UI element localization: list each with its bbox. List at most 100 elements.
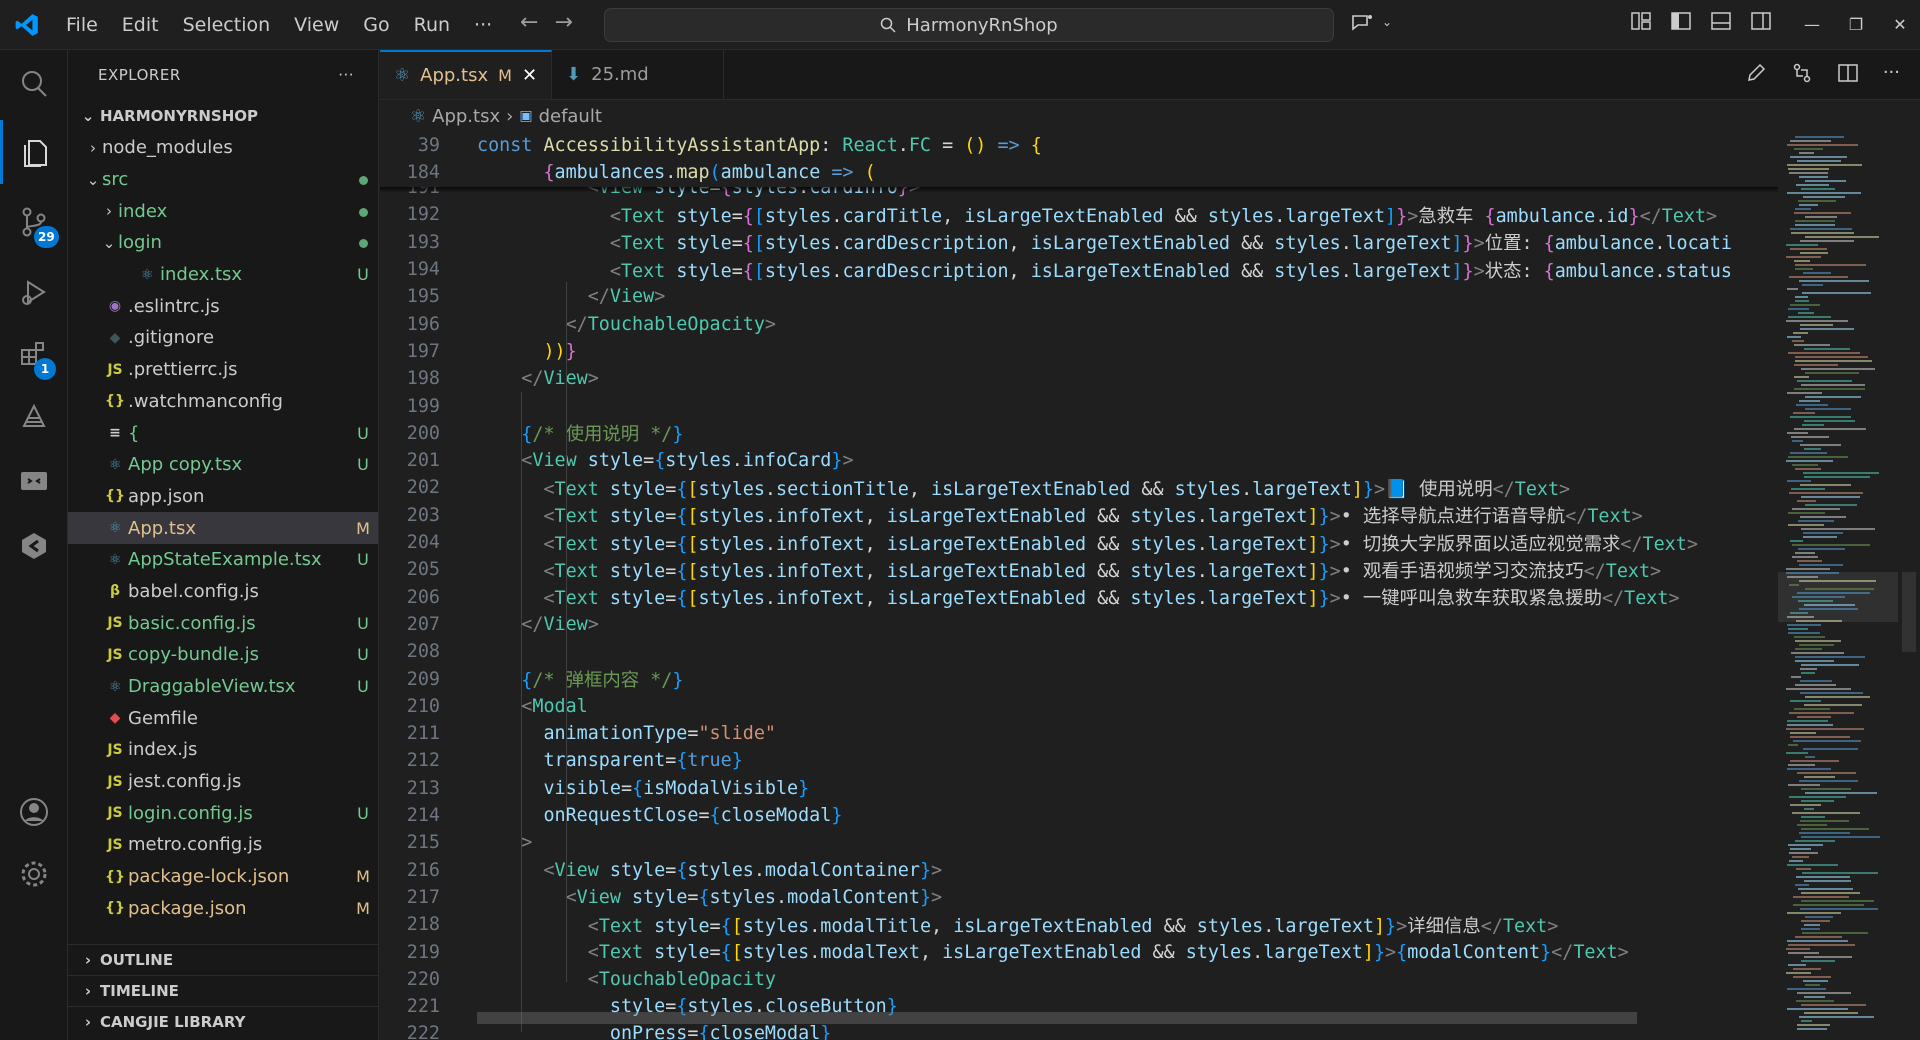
minimize-icon[interactable]: — [1790, 0, 1834, 50]
code-line[interactable]: 215 > [380, 829, 1778, 856]
code-line[interactable]: 194 <Text style={[styles.cardDescription… [380, 256, 1778, 283]
code-line[interactable]: 213 visible={isModalVisible} [380, 775, 1778, 802]
sticky-scroll-line[interactable]: 184 {ambulances.map(ambulance => ( [380, 159, 1778, 187]
file-item[interactable]: JS copy-bundle.js U [68, 639, 378, 671]
close-window-icon[interactable]: ✕ [1878, 0, 1920, 50]
close-icon[interactable]: ✕ [522, 65, 537, 86]
restore-icon[interactable]: ❐ [1834, 0, 1878, 50]
menu-item[interactable]: File [54, 0, 110, 50]
tab-app-tsx[interactable]: ⚛ App.tsx M ✕ [380, 50, 553, 99]
edit-pencil-icon[interactable] [1745, 62, 1767, 84]
code-line[interactable]: 198 </View> [380, 365, 1778, 392]
file-item[interactable]: ⚛ App.tsx M [68, 512, 378, 544]
folder-item[interactable]: › index [68, 195, 378, 227]
menu-item[interactable]: View [282, 0, 351, 50]
more-actions-icon[interactable]: ··· [338, 66, 354, 84]
code-line[interactable]: 212 transparent={true} [380, 747, 1778, 774]
workspace-root[interactable]: ⌄ HARMONYRNSHOP [68, 100, 378, 132]
toggle-primary-sidebar-icon[interactable] [1670, 10, 1692, 32]
file-item[interactable]: {} package.json M [68, 893, 378, 925]
file-item[interactable]: JS metro.config.js [68, 829, 378, 861]
manage-button[interactable] [0, 842, 68, 906]
code-line[interactable]: 211 animationType="slide" [380, 720, 1778, 747]
code-line[interactable]: 208 [380, 638, 1778, 665]
forward-arrow-icon[interactable]: → [554, 10, 572, 35]
code-line[interactable]: 218 <Text style={[styles.modalTitle, isL… [380, 911, 1778, 938]
file-item[interactable]: JS basic.config.js U [68, 607, 378, 639]
file-item[interactable]: ◆ .gitignore [68, 322, 378, 354]
accounts-button[interactable] [0, 780, 68, 844]
extensions-button[interactable]: 1 [0, 322, 68, 386]
code-line[interactable]: 203 <Text style={[styles.infoText, isLar… [380, 502, 1778, 529]
code-line[interactable]: 219 <Text style={[styles.modalText, isLa… [380, 938, 1778, 965]
search-view-button[interactable] [0, 52, 68, 116]
tab-25-md[interactable]: ⬇ 25.md [552, 50, 725, 99]
split-editor-icon[interactable] [1837, 62, 1859, 84]
file-item[interactable]: JS login.config.js U [68, 797, 378, 829]
scrollbar-thumb[interactable] [1902, 572, 1916, 652]
folder-item[interactable]: ⌄ src [68, 164, 378, 196]
code-line[interactable]: 209 {/* 弹框内容 */} [380, 665, 1778, 692]
code-line[interactable]: 192 <Text style={[styles.cardTitle, isLa… [380, 201, 1778, 228]
menu-item[interactable]: Edit [110, 0, 171, 50]
code-line[interactable]: 197 ))} [380, 338, 1778, 365]
toggle-panel-icon[interactable] [1710, 10, 1732, 32]
vertical-scrollbar[interactable] [1898, 132, 1920, 1040]
code-line[interactable]: 220 <TouchableOpacity [380, 966, 1778, 993]
code-line[interactable]: 216 <View style={styles.modalContainer}> [380, 857, 1778, 884]
cangjie-library-section[interactable]: › CANGJIE LIBRARY [68, 1006, 378, 1037]
back-arrow-icon[interactable]: ← [520, 10, 538, 35]
code-line[interactable]: 193 <Text style={[styles.cardDescription… [380, 229, 1778, 256]
file-item[interactable]: {} app.json [68, 481, 378, 513]
file-item[interactable]: ⚛ AppStateExample.tsx U [68, 544, 378, 576]
code-line[interactable]: 217 <View style={styles.modalContent}> [380, 884, 1778, 911]
code-line[interactable]: 196 </TouchableOpacity> [380, 311, 1778, 338]
more-actions-icon[interactable]: ··· [1883, 62, 1900, 84]
code-line[interactable]: 202 <Text style={[styles.sectionTitle, i… [380, 474, 1778, 501]
source-control-button[interactable]: 29 [0, 190, 68, 254]
toggle-secondary-sidebar-icon[interactable] [1750, 10, 1772, 32]
file-item[interactable]: JS jest.config.js [68, 766, 378, 798]
code-line[interactable]: 210 <Modal [380, 693, 1778, 720]
explorer-view-button[interactable] [0, 120, 68, 184]
harmony-extension-button[interactable] [0, 386, 68, 450]
folder-item[interactable]: › node_modules [68, 132, 378, 164]
file-item[interactable]: {} .watchmanconfig [68, 386, 378, 418]
code-line[interactable]: 207 </View> [380, 611, 1778, 638]
menu-item[interactable]: Go [351, 0, 401, 50]
file-item[interactable]: JS .prettierrc.js [68, 354, 378, 386]
file-item[interactable]: ⚛ DraggableView.tsx U [68, 671, 378, 703]
minimap[interactable] [1778, 132, 1898, 1040]
file-item[interactable]: ⚛ App copy.tsx U [68, 449, 378, 481]
file-item[interactable]: {} package-lock.json M [68, 861, 378, 893]
remote-explorer-button[interactable] [0, 450, 68, 514]
code-line[interactable]: 200 {/* 使用说明 */} [380, 420, 1778, 447]
file-item[interactable]: ≡ {U [68, 417, 378, 449]
file-item[interactable]: JS index.js [68, 734, 378, 766]
timeline-section[interactable]: › TIMELINE [68, 975, 378, 1006]
run-debug-button[interactable] [0, 260, 68, 324]
menu-item[interactable]: ··· [462, 0, 504, 50]
code-line[interactable]: 206 <Text style={[styles.infoText, isLar… [380, 584, 1778, 611]
command-center-search[interactable]: HarmonyRnShop [604, 8, 1334, 42]
menu-item[interactable]: Selection [171, 0, 283, 50]
code-line[interactable]: 195 </View> [380, 283, 1778, 310]
breadcrumb-file[interactable]: App.tsx [432, 106, 500, 127]
code-line[interactable]: 214 onRequestClose={closeModal} [380, 802, 1778, 829]
sticky-scroll-line[interactable]: 39 const AccessibilityAssistantApp: React… [380, 132, 1778, 160]
folder-item[interactable]: ⌄ login [68, 227, 378, 259]
horizontal-scrollbar[interactable] [477, 1012, 1637, 1024]
code-line[interactable]: 201 <View style={styles.infoCard}> [380, 447, 1778, 474]
compare-changes-icon[interactable] [1791, 62, 1813, 84]
file-item[interactable]: ◆ Gemfile [68, 702, 378, 734]
customize-layout-icon[interactable] [1630, 10, 1652, 32]
file-item[interactable]: ⚛ index.tsx U [68, 259, 378, 291]
copilot-button[interactable]: ⌄ [1350, 12, 1392, 32]
code-line[interactable]: 199 [380, 392, 1778, 419]
menu-item[interactable]: Run [402, 0, 462, 50]
file-item[interactable]: β babel.config.js [68, 576, 378, 608]
code-editor[interactable]: 191 <View style={styles.cardInfo}>192 <T… [380, 132, 1778, 1040]
code-line[interactable]: 205 <Text style={[styles.infoText, isLar… [380, 556, 1778, 583]
code-line[interactable]: 204 <Text style={[styles.infoText, isLar… [380, 529, 1778, 556]
file-item[interactable]: ◉ .eslintrc.js [68, 290, 378, 322]
